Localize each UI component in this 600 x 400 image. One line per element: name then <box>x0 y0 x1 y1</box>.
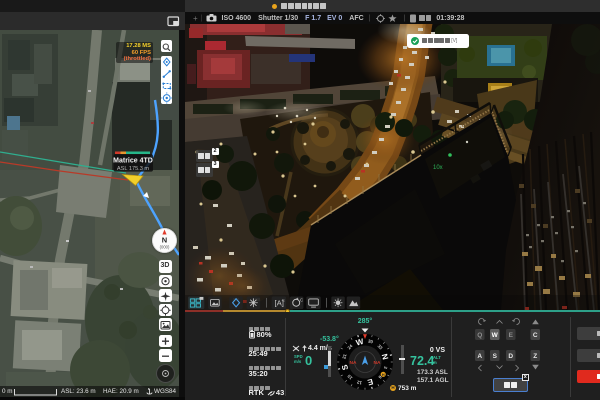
svg-text:E: E <box>282 298 285 302</box>
svg-text:NA: NA <box>350 360 357 366</box>
svg-text:Z: Z <box>533 353 537 360</box>
svg-text:W: W <box>492 332 499 339</box>
svg-text:ASL 175.3 m: ASL 175.3 m <box>117 166 149 172</box>
svg-text:N: N <box>162 236 167 245</box>
svg-text:Q: Q <box>477 332 482 339</box>
svg-text:Matrice 4TD: Matrice 4TD <box>113 158 153 165</box>
svg-text:H: H <box>382 373 385 377</box>
svg-text:C: C <box>533 332 538 339</box>
svg-text:(000): (000) <box>160 245 170 250</box>
svg-text:C: C <box>300 297 303 302</box>
svg-text:NA: NA <box>374 360 381 366</box>
svg-text:S: S <box>493 353 498 360</box>
svg-text:D: D <box>508 353 513 360</box>
svg-text:A: A <box>477 353 482 360</box>
svg-text:E: E <box>509 332 514 339</box>
